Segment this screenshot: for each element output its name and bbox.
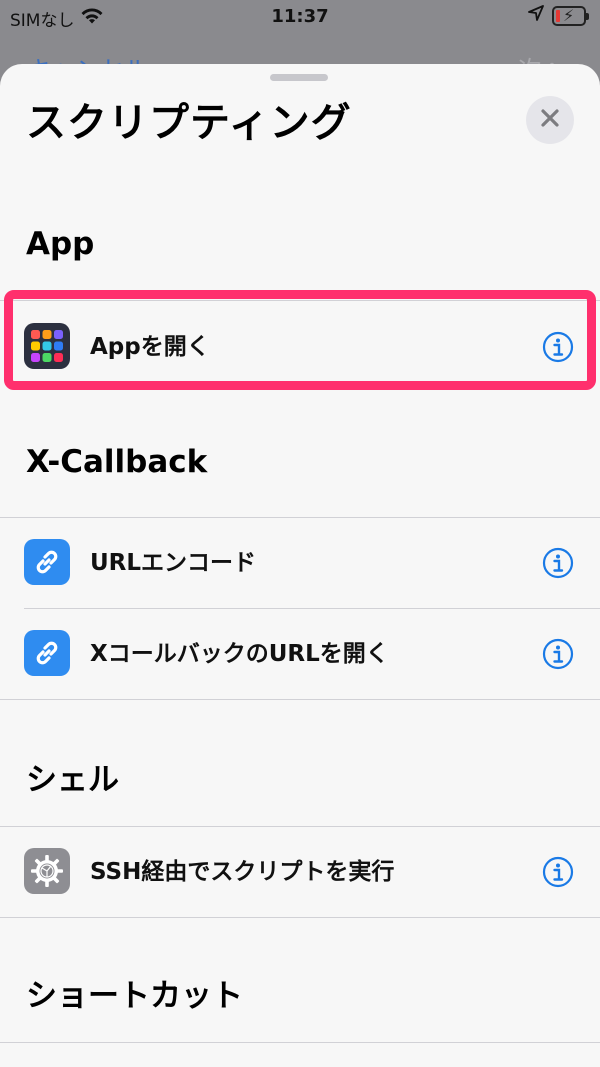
status-bar: SIMなし 11:37 ⚡ xyxy=(0,0,600,36)
action-label: URLエンコード xyxy=(90,550,257,576)
link-icon xyxy=(24,539,70,585)
info-icon[interactable] xyxy=(542,547,574,579)
info-icon[interactable] xyxy=(542,856,574,888)
close-icon xyxy=(540,108,560,132)
divider xyxy=(0,1042,600,1043)
sheet-title: スクリプティング xyxy=(26,100,352,146)
section-header-shell: シェル xyxy=(26,762,119,798)
apps-grid-icon xyxy=(24,323,70,369)
location-arrow-icon xyxy=(528,5,544,26)
section-header-app: App xyxy=(26,226,95,262)
clock: 11:37 xyxy=(271,6,329,27)
action-label: Appを開く xyxy=(90,334,210,360)
action-row-run-ssh-script[interactable]: SSH経由でスクリプトを実行 xyxy=(0,827,600,917)
divider xyxy=(0,917,600,918)
gear-icon xyxy=(24,848,70,894)
sheet-grabber[interactable] xyxy=(270,74,328,81)
action-label: SSH経由でスクリプトを実行 xyxy=(90,859,395,885)
action-row-url-encode[interactable]: URLエンコード xyxy=(0,518,600,608)
divider xyxy=(0,699,600,700)
link-icon xyxy=(24,630,70,676)
action-row-open-app[interactable]: Appを開く xyxy=(0,302,600,392)
actions-sheet: スクリプティング App Appを開く X-Callback URLエンコード … xyxy=(0,64,600,1067)
info-icon[interactable] xyxy=(542,638,574,670)
action-label: XコールバックのURLを開く xyxy=(90,641,389,667)
divider xyxy=(0,300,600,301)
section-header-shortcuts: ショートカット xyxy=(26,978,243,1014)
section-header-x-callback: X-Callback xyxy=(26,444,208,480)
close-button[interactable] xyxy=(526,96,574,144)
info-icon[interactable] xyxy=(542,331,574,363)
battery-icon: ⚡ xyxy=(552,5,589,26)
action-row-open-x-callback-url[interactable]: XコールバックのURLを開く xyxy=(0,609,600,699)
